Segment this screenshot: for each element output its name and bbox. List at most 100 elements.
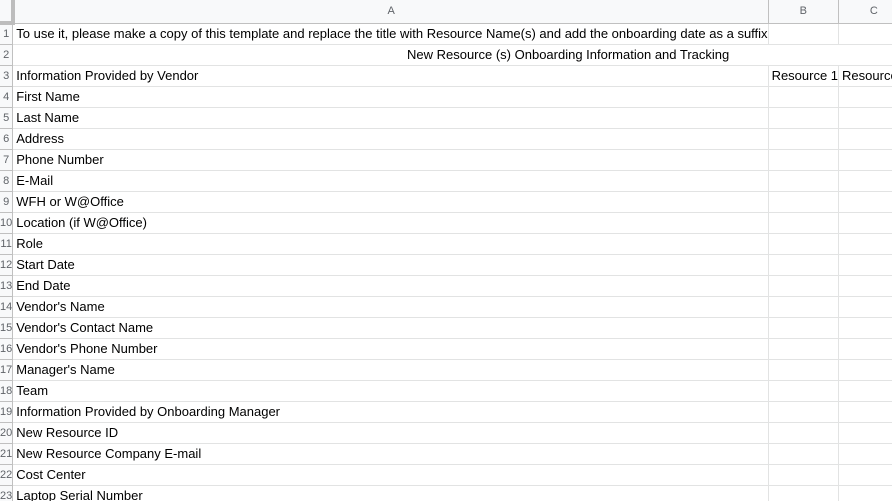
table-row: 3 Information Provided by Vendor Resource … xyxy=(0,65,892,87)
cell-a6[interactable]: Address xyxy=(12,128,769,150)
cell-a17[interactable]: Manager's Name xyxy=(12,359,769,381)
cell-a12[interactable]: Start Date xyxy=(12,254,769,276)
cell-b5[interactable] xyxy=(768,107,840,129)
cell-a20[interactable]: New Resource ID xyxy=(12,422,769,444)
cell-a19[interactable]: Information Provided by Onboarding Manag… xyxy=(12,401,769,423)
cell-a5[interactable]: Last Name xyxy=(12,107,769,129)
cell-a3[interactable]: Information Provided by Vendor xyxy=(12,65,769,87)
cell-b21[interactable] xyxy=(768,443,840,465)
cell-c21[interactable] xyxy=(838,443,892,465)
cell-a22[interactable]: Cost Center xyxy=(12,464,769,486)
cell-c17[interactable] xyxy=(838,359,892,381)
cell-b4[interactable] xyxy=(768,86,840,108)
cell-c1[interactable] xyxy=(838,23,892,45)
cell-c5[interactable] xyxy=(838,107,892,129)
cell-c4[interactable] xyxy=(838,86,892,108)
cell-b20[interactable] xyxy=(768,422,840,444)
cell-b9[interactable] xyxy=(768,191,840,213)
cell-c14[interactable] xyxy=(838,296,892,318)
column-header-row: A B C D E F G xyxy=(0,0,892,25)
table-row: 16 Vendor's Phone Number xyxy=(0,338,892,360)
row-header[interactable]: 12 xyxy=(0,254,14,276)
cell-a14[interactable]: Vendor's Name xyxy=(12,296,769,318)
cell-c20[interactable] xyxy=(838,422,892,444)
cell-c6[interactable] xyxy=(838,128,892,150)
cell-b1[interactable] xyxy=(768,23,840,45)
row-header[interactable]: 6 xyxy=(0,128,14,150)
cell-b16[interactable] xyxy=(768,338,840,360)
cell-b17[interactable] xyxy=(768,359,840,381)
cell-c18[interactable] xyxy=(838,380,892,402)
cell-c19[interactable] xyxy=(838,401,892,423)
row-header[interactable]: 13 xyxy=(0,275,14,297)
table-row: 2 New Resource (s) Onboarding Information… xyxy=(0,44,892,66)
cell-b6[interactable] xyxy=(768,128,840,150)
cell-b11[interactable] xyxy=(768,233,840,255)
cell-a15[interactable]: Vendor's Contact Name xyxy=(12,317,769,339)
cell-b14[interactable] xyxy=(768,296,840,318)
cell-c12[interactable] xyxy=(838,254,892,276)
row-header[interactable]: 20 xyxy=(0,422,14,444)
row-header[interactable]: 23 xyxy=(0,485,14,501)
cell-a10[interactable]: Location (if W@Office) xyxy=(12,212,769,234)
cell-a23[interactable]: Laptop Serial Number xyxy=(12,485,769,501)
cell-a18[interactable]: Team xyxy=(12,380,769,402)
row-header[interactable]: 4 xyxy=(0,86,14,108)
row-header[interactable]: 19 xyxy=(0,401,14,423)
row-header[interactable]: 11 xyxy=(0,233,14,255)
cell-a8[interactable]: E-Mail xyxy=(12,170,769,192)
select-all-corner[interactable] xyxy=(0,0,15,25)
cell-a7[interactable]: Phone Number xyxy=(12,149,769,171)
column-header-b[interactable]: B xyxy=(768,0,840,24)
row-header[interactable]: 7 xyxy=(0,149,14,171)
row-header[interactable]: 21 xyxy=(0,443,14,465)
sheet-title-cell[interactable]: New Resource (s) Onboarding Information … xyxy=(12,44,892,66)
row-header[interactable]: 22 xyxy=(0,464,14,486)
cell-a16[interactable]: Vendor's Phone Number xyxy=(12,338,769,360)
cell-c11[interactable] xyxy=(838,233,892,255)
row-header[interactable]: 3 xyxy=(0,65,14,87)
cell-b8[interactable] xyxy=(768,170,840,192)
row-header[interactable]: 5 xyxy=(0,107,14,129)
cell-b23[interactable] xyxy=(768,485,840,501)
column-header-a[interactable]: A xyxy=(12,0,769,24)
row-header[interactable]: 1 xyxy=(0,23,14,45)
row-header[interactable]: 2 xyxy=(0,44,14,66)
cell-a21[interactable]: New Resource Company E-mail xyxy=(12,443,769,465)
row-header[interactable]: 18 xyxy=(0,380,14,402)
row-header[interactable]: 14 xyxy=(0,296,14,318)
cell-c22[interactable] xyxy=(838,464,892,486)
row-header[interactable]: 15 xyxy=(0,317,14,339)
cell-c8[interactable] xyxy=(838,170,892,192)
cell-c15[interactable] xyxy=(838,317,892,339)
cell-b18[interactable] xyxy=(768,380,840,402)
cell-a1[interactable]: To use it, please make a copy of this te… xyxy=(12,23,769,45)
table-row: 20 New Resource ID xyxy=(0,422,892,444)
cell-c10[interactable] xyxy=(838,212,892,234)
row-header[interactable]: 10 xyxy=(0,212,14,234)
cell-a9[interactable]: WFH or W@Office xyxy=(12,191,769,213)
cell-c16[interactable] xyxy=(838,338,892,360)
row-header[interactable]: 8 xyxy=(0,170,14,192)
column-header-c[interactable]: C xyxy=(838,0,892,24)
cell-b22[interactable] xyxy=(768,464,840,486)
cell-a13[interactable]: End Date xyxy=(12,275,769,297)
cell-c3[interactable]: Resource 2 xyxy=(838,65,892,87)
cell-b19[interactable] xyxy=(768,401,840,423)
cell-a4[interactable]: First Name xyxy=(12,86,769,108)
table-row: 17 Manager's Name xyxy=(0,359,892,381)
cell-a11[interactable]: Role xyxy=(12,233,769,255)
cell-b13[interactable] xyxy=(768,275,840,297)
cell-c13[interactable] xyxy=(838,275,892,297)
row-header[interactable]: 16 xyxy=(0,338,14,360)
row-header[interactable]: 17 xyxy=(0,359,14,381)
cell-c9[interactable] xyxy=(838,191,892,213)
cell-b15[interactable] xyxy=(768,317,840,339)
cell-b3[interactable]: Resource 1 xyxy=(768,65,840,87)
cell-b10[interactable] xyxy=(768,212,840,234)
cell-b12[interactable] xyxy=(768,254,840,276)
cell-c7[interactable] xyxy=(838,149,892,171)
cell-b7[interactable] xyxy=(768,149,840,171)
row-header[interactable]: 9 xyxy=(0,191,14,213)
cell-c23[interactable] xyxy=(838,485,892,501)
